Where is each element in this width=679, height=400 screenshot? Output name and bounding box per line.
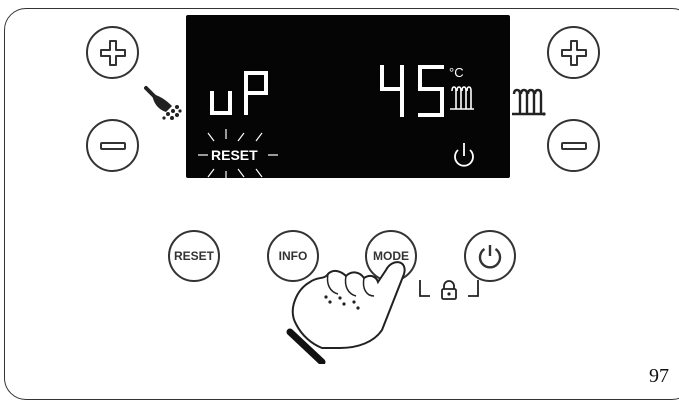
lcd-radiator-icon — [450, 86, 474, 110]
reset-button-label: RESET — [173, 249, 214, 263]
ch-plus-button[interactable] — [547, 26, 600, 79]
minus-icon — [99, 141, 126, 150]
plus-icon — [99, 39, 126, 66]
ch-minus-button[interactable] — [547, 119, 600, 172]
pointing-hand-icon — [286, 261, 406, 364]
lcd-display: uP 45 °C RES — [186, 15, 510, 178]
plus-icon — [560, 39, 587, 66]
lcd-reset-label: RESET — [211, 147, 258, 163]
minus-icon — [560, 141, 587, 150]
key-lock-indicator — [419, 280, 479, 300]
radiator-icon — [512, 88, 546, 116]
mode-code-segments — [210, 71, 268, 115]
dhw-plus-button[interactable] — [86, 26, 139, 79]
dhw-minus-button[interactable] — [86, 119, 139, 172]
power-icon — [454, 143, 474, 167]
shower-tap-icon — [144, 86, 182, 120]
unit-label: °C — [449, 65, 464, 80]
page-number: 97 — [649, 365, 669, 387]
padlock-icon — [441, 280, 457, 300]
power-button[interactable] — [464, 230, 516, 282]
temperature-segments — [380, 65, 444, 117]
power-icon — [478, 245, 502, 269]
reset-button[interactable]: RESET — [168, 230, 220, 282]
